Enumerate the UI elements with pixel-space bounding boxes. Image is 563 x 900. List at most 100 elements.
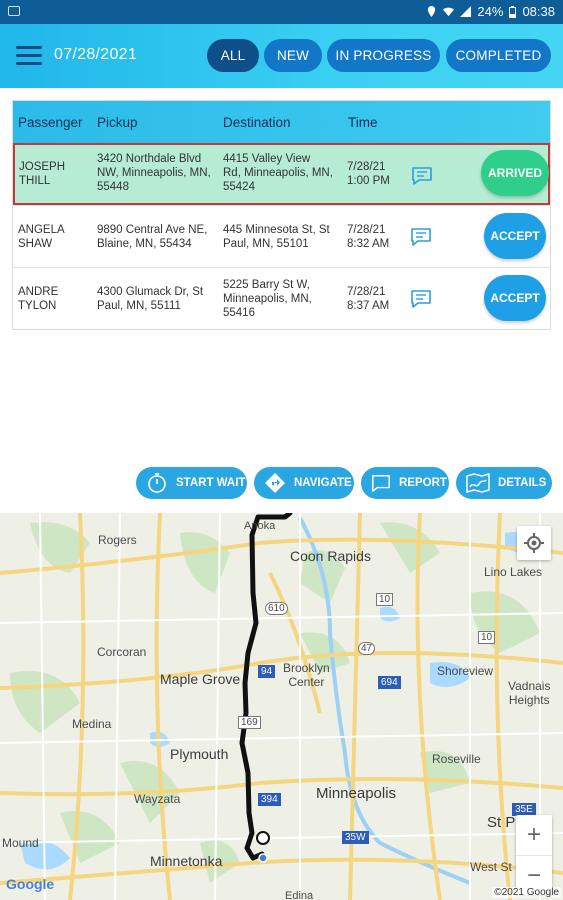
destination-line: Paul, MN, 55101 [223,238,309,250]
trip-date: 7/28/21 [347,224,386,236]
navigate-label: NAVIGATE [294,477,352,489]
destination-line: 55416 [223,307,255,319]
table-header: Passenger Pickup Destination Time [13,101,550,143]
passenger-first: JOSEPH [19,161,66,173]
highway-shield: 10 [478,631,496,644]
wifi-icon [443,7,455,17]
pickup-address: 3420 Northdale Blvd NW, Minneapolis, MN,… [97,152,211,194]
pickup-line: 3420 Northdale Blvd [97,153,202,165]
header-date[interactable]: 07/28/2021 [54,46,137,64]
trip-time: 7/28/21 1:00 PM [347,160,390,188]
pickup-address: 4300 Glumack Dr, St Paul, MN, 55111 [97,285,203,313]
filter-in-progress-button[interactable]: IN PROGRESS [327,39,440,72]
details-button[interactable]: DETAILS [456,467,552,499]
passenger-name: ANDRE TYLON [18,285,58,313]
accept-button[interactable]: ACCEPT [484,213,546,259]
filter-new-button[interactable]: NEW [264,39,322,72]
table-row[interactable]: JOSEPH THILL 3420 Northdale Blvd NW, Min… [13,143,550,205]
trip-hour: 8:32 AM [347,238,390,250]
destination-line: 55424 [223,181,255,193]
highway-shield: 35W [342,831,369,844]
map-label-corcoran: Corcoran [97,645,147,659]
crosshair-icon [524,533,544,553]
pickup-line: Paul, MN, 55111 [97,300,181,312]
notification-icon [8,6,20,16]
battery-percent: 24% [477,4,504,19]
map-label-wayzata: Wayzata [134,792,181,806]
chat-icon[interactable] [411,166,433,186]
start-wait-label: START WAIT [176,477,246,489]
pickup-address: 9890 Central Ave NE, Blaine, MN, 55434 [97,223,207,251]
highway-shield: 47 [358,642,376,655]
filter-completed-button[interactable]: COMPLETED [446,39,551,72]
passenger-last: TYLON [18,300,57,312]
trip-date: 7/28/21 [347,286,386,298]
column-pickup: Pickup [97,114,138,130]
map-label-anoka: Anoka [244,520,276,532]
highway-shield: 169 [238,716,261,729]
pickup-line: 9890 Central Ave NE, [97,224,208,236]
passenger-first: ANGELA [18,224,65,236]
pickup-line: 55448 [97,181,129,193]
chat-icon[interactable] [410,227,432,247]
pickup-line: NW, Minneapolis, MN, [97,167,211,179]
google-logo: Google [6,876,55,892]
trip-hour: 1:00 PM [347,175,390,187]
directions-icon [265,473,285,493]
highway-shield: 694 [378,676,401,689]
filter-all-button[interactable]: ALL [207,39,259,72]
signal-icon [460,6,472,17]
stopwatch-icon [148,473,166,493]
map-canvas [0,513,563,900]
destination-address: 4415 Valley View Rd, Minneapolis, MN, 55… [223,152,333,194]
destination-line: 445 Minnesota St, St [223,224,330,236]
map-label-rogers: Rogers [98,533,137,547]
zoom-in-button[interactable]: + [516,815,552,855]
pickup-line: Blaine, MN, 55434 [97,238,192,250]
passenger-first: ANDRE [18,286,59,298]
map-label-maple-grove: Maple Grove [160,671,241,687]
highway-shield: 610 [265,602,288,615]
clock: 08:38 [522,4,555,19]
passenger-name: JOSEPH THILL [19,160,65,188]
map-label-vadnais-heights: Vadnais Heights [508,679,550,707]
column-time: Time [348,114,378,130]
table-row[interactable]: ANGELA SHAW 9890 Central Ave NE, Blaine,… [13,205,550,267]
status-bar: 24% 08:38 [0,0,563,24]
map-label-line: Vadnais [508,679,551,693]
destination-address: 445 Minnesota St, St Paul, MN, 55101 [223,223,330,251]
destination-line: 4415 Valley View [223,153,311,165]
route-map[interactable]: 10 610 10 47 94 694 169 394 35W 35E Anok… [0,513,563,900]
destination-line: Minneapolis, MN, [223,293,312,305]
start-wait-button[interactable]: START WAIT [136,467,247,499]
location-icon [428,6,436,17]
map-label-mound: Mound [2,836,39,850]
map-copyright: ©2021 Google [492,887,561,898]
menu-icon[interactable] [16,46,42,66]
report-button[interactable]: REPORT [361,467,449,499]
destination-address: 5225 Barry St W, Minneapolis, MN, 55416 [223,278,312,320]
column-destination: Destination [223,114,291,130]
table-row[interactable]: ANDRE TYLON 4300 Glumack Dr, St Paul, MN… [13,267,550,329]
arrived-button[interactable]: ARRIVED [481,150,549,196]
navigate-button[interactable]: NAVIGATE [254,467,354,499]
accept-button[interactable]: ACCEPT [484,275,546,321]
my-location-button[interactable] [517,526,551,560]
highway-shield: 10 [376,593,394,606]
report-icon [372,475,390,492]
passenger-name: ANGELA SHAW [18,223,65,251]
map-label-line: Heights [508,693,550,707]
trip-hour: 8:37 AM [347,300,390,312]
report-label: REPORT [399,477,447,489]
map-label-lino-lakes: Lino Lakes [484,565,543,579]
trip-time: 7/28/21 8:37 AM [347,285,389,313]
highway-shield: 94 [258,665,276,678]
details-label: DETAILS [498,477,547,489]
trip-time: 7/28/21 8:32 AM [347,223,389,251]
chat-icon[interactable] [410,289,432,309]
column-passenger: Passenger [18,114,83,130]
app-header: 07/28/2021 ALL NEW IN PROGRESS COMPLETED [0,24,563,88]
map-label-medina: Medina [72,717,112,731]
passenger-last: THILL [19,175,51,187]
destination-line: Rd, Minneapolis, MN, [223,167,333,179]
